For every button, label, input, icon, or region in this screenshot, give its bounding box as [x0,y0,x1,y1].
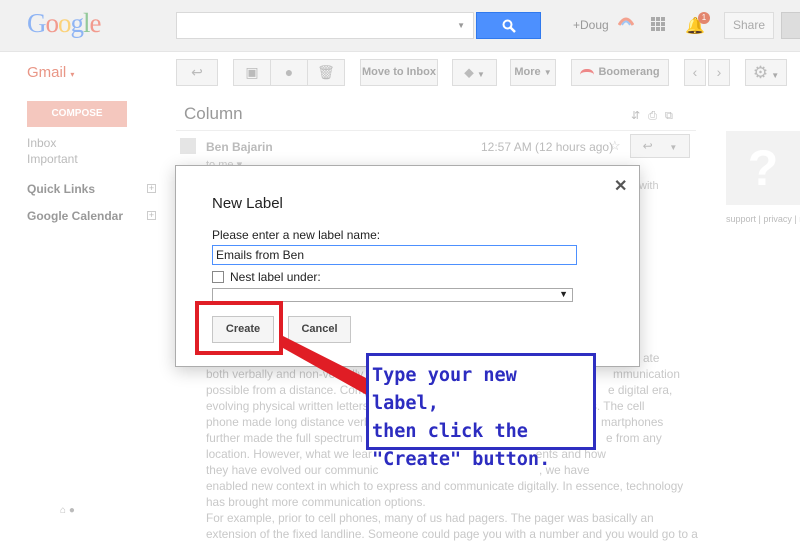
instruction-callout: Type your new label, then click the "Cre… [366,353,596,470]
create-highlight-box [195,301,283,355]
callout-line: Type your new label, [372,365,517,414]
message-body-line: extension of the fixed landline. Someone… [206,527,698,541]
callout-line: "Create" button. [372,449,551,470]
callout-line: then click the [372,421,528,442]
